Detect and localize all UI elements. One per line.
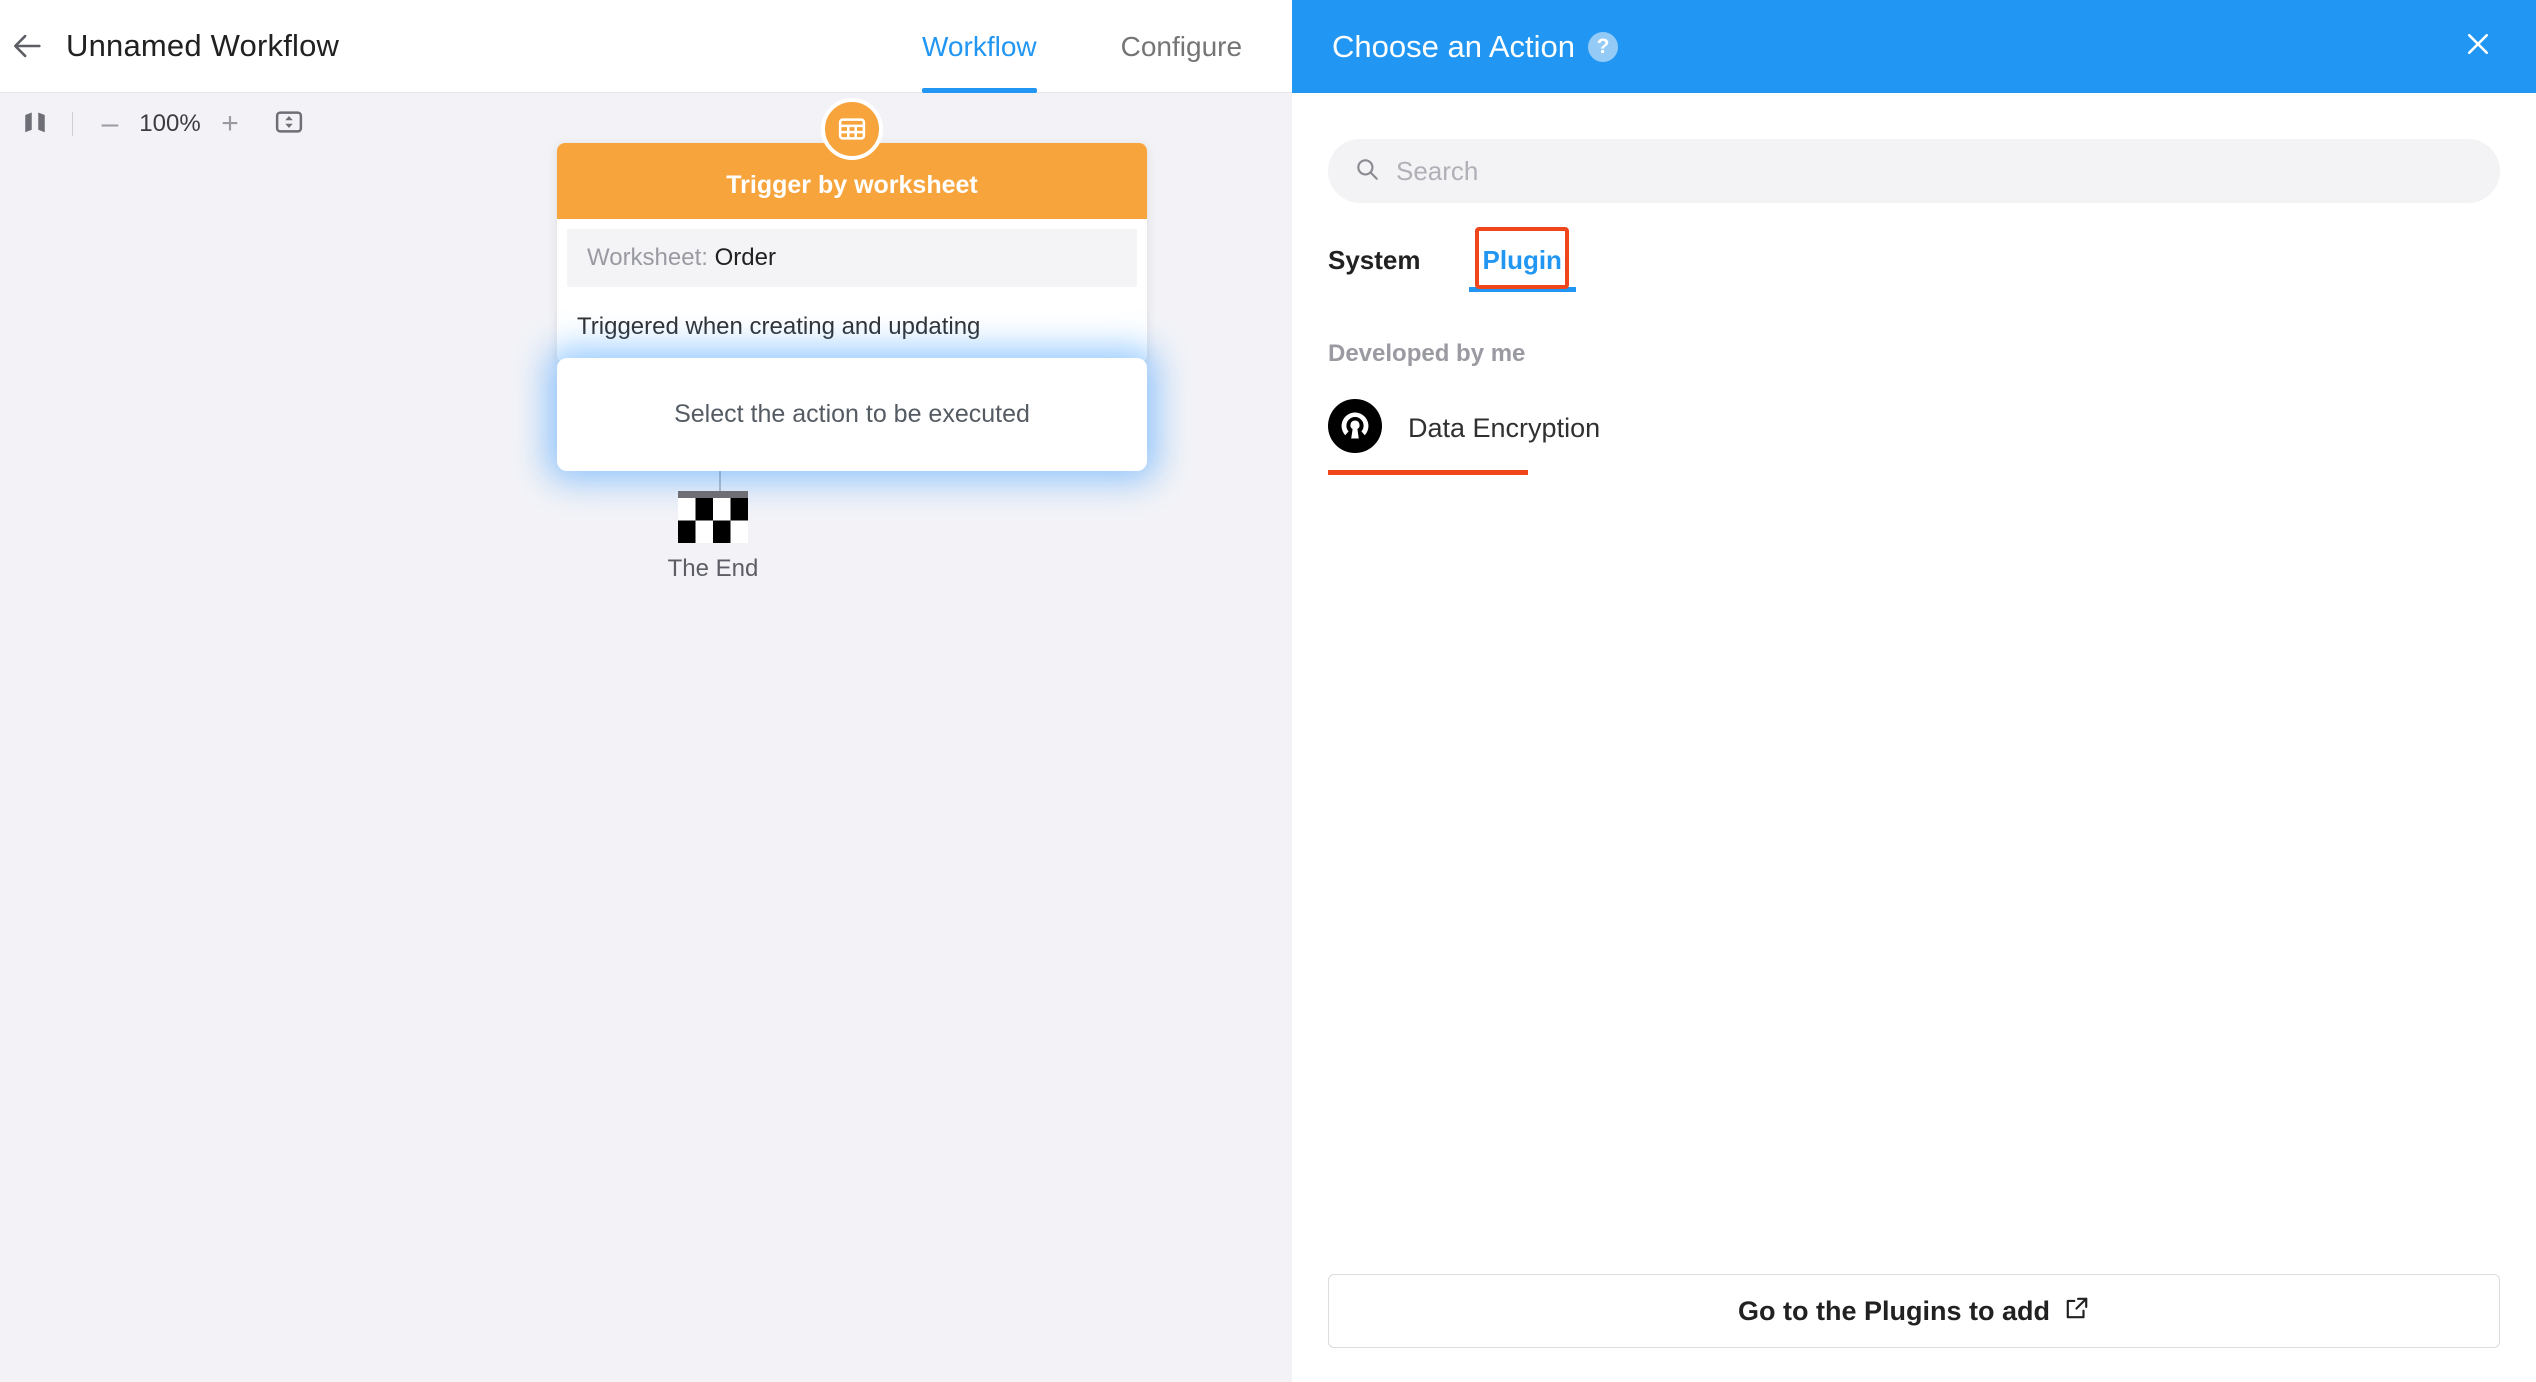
arrow-left-icon (11, 29, 45, 63)
data-encryption-keyhole-icon (1328, 398, 1382, 458)
action-placeholder-label: Select the action to be executed (674, 400, 1030, 428)
trigger-field-separator: : (701, 244, 708, 271)
trigger-worksheet-value: Order (714, 244, 776, 271)
plugin-list: Data Encryption (1328, 390, 2500, 475)
panel-body: System Plugin Developed by me (1292, 93, 2536, 1256)
trigger-node-title: Trigger by worksheet (726, 170, 978, 199)
search-bar[interactable] (1328, 139, 2500, 203)
tab-configure-label: Configure (1120, 30, 1243, 62)
panel-tab-system-label: System (1328, 245, 1421, 275)
end-node-label: The End (667, 555, 759, 582)
annotation-underline-plugin-item (1328, 470, 1528, 475)
panel-tab-plugin-label: Plugin (1482, 245, 1562, 275)
trigger-node-header: Trigger by worksheet (557, 98, 1147, 219)
go-to-plugins-label: Go to the Plugins to add (1738, 1295, 2050, 1326)
back-button[interactable] (0, 0, 56, 93)
workflow-canvas[interactable]: – 100% + Trigger by worksheet Worksheet:… (0, 93, 1292, 1382)
choose-action-panel: Choose an Action ? Search System Plugin … (1292, 0, 2536, 1382)
tab-configure[interactable]: Configure (1079, 0, 1284, 93)
panel-header: Choose an Action ? (1292, 0, 2536, 93)
close-icon (2463, 29, 2493, 64)
search-icon (1354, 156, 1380, 187)
go-to-plugins-button[interactable]: Go to the Plugins to add (1328, 1274, 2500, 1348)
worksheet-grid-icon (821, 98, 883, 160)
end-node[interactable]: The End (557, 491, 869, 583)
trigger-worksheet-label: Worksheet (587, 244, 702, 271)
workflow-title: Unnamed Workflow (66, 28, 340, 63)
tab-workflow-label: Workflow (922, 30, 1037, 62)
tab-workflow[interactable]: Workflow (880, 0, 1079, 93)
external-link-icon (2064, 1295, 2090, 1328)
checkered-flag-icon (678, 491, 748, 543)
app-root: Unnamed Workflow Workflow Configure – 10… (0, 0, 2536, 1382)
trigger-worksheet-field[interactable]: Worksheet: Order (567, 229, 1137, 287)
top-bar: Unnamed Workflow Workflow Configure (0, 0, 1292, 93)
plugin-item-label: Data Encryption (1408, 412, 1601, 443)
trigger-node[interactable]: Trigger by worksheet Worksheet: Order Tr… (557, 98, 1147, 363)
help-circle-icon[interactable]: ? (1588, 31, 1619, 62)
trigger-node-body: Worksheet: Order Triggered when creating… (557, 219, 1147, 363)
flow-graph: Trigger by worksheet Worksheet: Order Tr… (0, 93, 1292, 1382)
top-tabs: Workflow Configure (880, 0, 1284, 93)
search-input[interactable] (1396, 155, 2474, 187)
panel-tabs: System Plugin (1328, 227, 2500, 292)
panel-tab-system[interactable]: System (1328, 245, 1421, 292)
panel-title: Choose an Action (1332, 28, 1576, 64)
panel-footer: Go to the Plugins to add (1292, 1256, 2536, 1382)
panel-tab-plugin[interactable]: Plugin (1468, 245, 1577, 292)
action-placeholder-node[interactable]: Select the action to be executed (557, 358, 1147, 471)
section-title-developed-by-me: Developed by me (1328, 340, 1526, 367)
plugin-item-data-encryption[interactable]: Data Encryption (1328, 390, 1658, 466)
trigger-node-description: Triggered when creating and updating (577, 313, 981, 340)
panel-close-button[interactable] (2450, 19, 2506, 75)
